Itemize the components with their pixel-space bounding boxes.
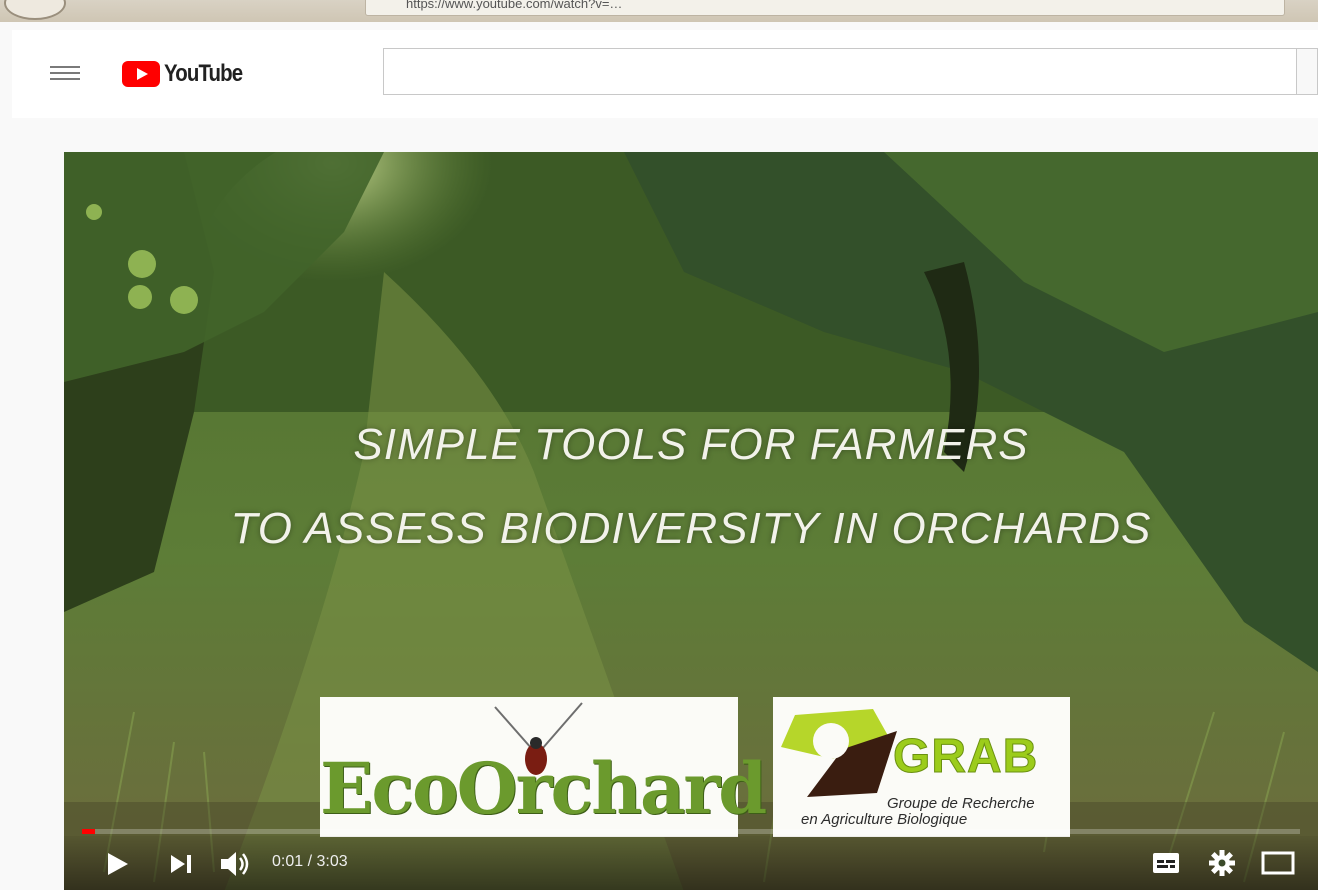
address-bar[interactable]: https://www.youtube.com/watch?v=… bbox=[365, 0, 1285, 16]
theater-mode-icon[interactable] bbox=[1260, 850, 1296, 876]
time-display: 0:01 / 3:03 bbox=[272, 853, 348, 870]
hamburger-menu-icon[interactable] bbox=[50, 62, 80, 84]
browser-chrome: https://www.youtube.com/watch?v=… bbox=[0, 0, 1318, 22]
masthead: YouTube bbox=[12, 30, 1318, 118]
subtitles-icon[interactable] bbox=[1152, 851, 1180, 875]
back-button[interactable] bbox=[4, 0, 66, 20]
grab-logo: GRAB Groupe de Recherche en Agriculture … bbox=[773, 697, 1070, 837]
youtube-logo[interactable]: YouTube bbox=[122, 60, 256, 88]
search-input[interactable] bbox=[383, 48, 1301, 95]
video-title-line-2: TO ASSESS BIODIVERSITY IN ORCHARDS bbox=[230, 504, 1152, 553]
youtube-play-icon bbox=[122, 61, 160, 87]
video-player[interactable]: SIMPLE TOOLS FOR FARMERS TO ASSESS BIODI… bbox=[64, 152, 1318, 890]
volume-icon[interactable] bbox=[218, 849, 252, 879]
grab-text: GRAB bbox=[892, 730, 1039, 784]
youtube-logo-text: YouTube bbox=[164, 60, 243, 87]
search-button[interactable] bbox=[1296, 48, 1318, 95]
video-title-line-1: SIMPLE TOOLS FOR FARMERS bbox=[353, 420, 1029, 469]
next-video-icon[interactable] bbox=[168, 851, 194, 877]
play-icon[interactable] bbox=[104, 850, 132, 878]
ecoorchard-text: EcoOrchard bbox=[320, 747, 767, 830]
grab-subtitle-1: Groupe de Recherche bbox=[887, 795, 1035, 812]
player-controls: 0:01 / 3:03 bbox=[64, 836, 1318, 890]
progress-bar[interactable] bbox=[82, 829, 1300, 834]
progress-bar-fill bbox=[82, 829, 96, 834]
settings-gear-icon[interactable] bbox=[1208, 849, 1236, 877]
grab-subtitle-2: en Agriculture Biologique bbox=[801, 811, 968, 828]
ecoorchard-logo: EcoOrchard bbox=[320, 697, 767, 837]
